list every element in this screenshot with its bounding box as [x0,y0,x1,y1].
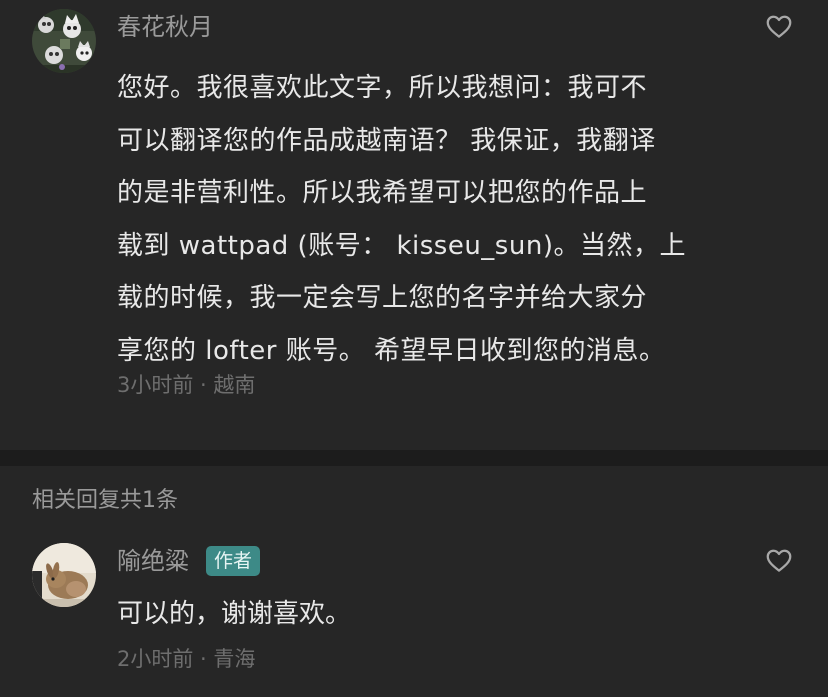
author-badge: 作者 [206,546,261,576]
comment-meta: 3小时前 · 越南 [117,373,256,397]
reply-body: 可以的，谢谢喜欢。 [117,599,352,629]
avatar-image [32,9,96,73]
avatar[interactable] [32,9,96,73]
comment-username[interactable]: 春花秋月 [117,11,213,43]
section-divider [0,450,828,466]
like-heart-icon[interactable] [764,545,794,575]
reply-meta: 2小时前 · 青海 [117,647,256,671]
main-comment: 春花秋月 您好。我很喜欢此文字，所以我想问：我可不 可以翻译您的作品成越南语？ … [0,0,828,450]
comment-body: 您好。我很喜欢此文字，所以我想问：我可不 可以翻译您的作品成越南语？ 我保证，我… [117,62,717,377]
comment-body-line: 享您的 lofter 账号。 希望早日收到您的消息。 [117,335,666,366]
avatar-image [32,543,96,607]
replies-header: 相关回复共1条 [32,488,178,513]
comment-body-line: 载的时候，我一定会写上您的名字并给大家分 [117,283,648,313]
comment-body-line: 载到 wattpad (账号： kisseu_sun)。当然，上 [117,230,686,261]
comment-body-line: 您好。我很喜欢此文字，所以我想问：我可不 [117,73,648,103]
comment-body-line: 的是非营利性。所以我希望可以把您的作品上 [117,178,648,208]
comment-body-line: 可以翻译您的作品成越南语？ 我保证，我翻译 [117,125,656,156]
reply-username[interactable]: 隃绝粱 [117,545,189,577]
like-heart-icon[interactable] [764,11,794,41]
avatar[interactable] [32,543,96,607]
comment-page: 春花秋月 您好。我很喜欢此文字，所以我想问：我可不 可以翻译您的作品成越南语？ … [0,0,828,697]
